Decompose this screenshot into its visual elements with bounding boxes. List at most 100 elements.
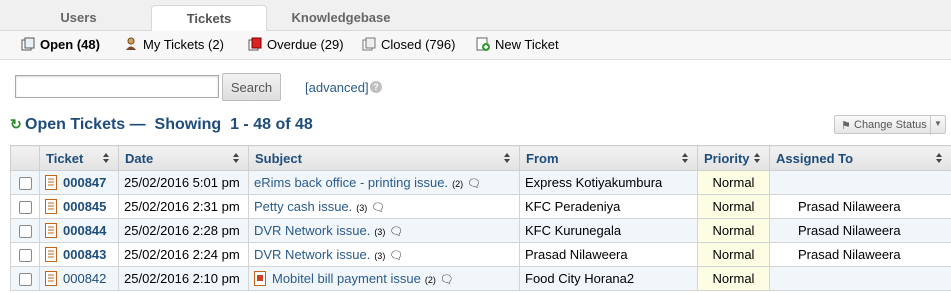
ticket-subnav: Open (48) My Tickets (2) Overdue (29) Cl… <box>0 31 951 60</box>
sort-icon[interactable] <box>936 153 943 163</box>
subnav-my-tickets[interactable]: My Tickets (2) <box>124 37 224 53</box>
column-label: Date <box>125 150 154 166</box>
subject-link[interactable]: DVR Network issue. <box>254 247 370 262</box>
subject-cell: Mobitel bill payment issue (2) 🗨 <box>248 266 520 291</box>
sort-icon[interactable] <box>103 153 110 163</box>
table-row: 000845 25/02/2016 2:31 pm Petty cash iss… <box>10 194 951 219</box>
closed-tickets-icon <box>362 37 376 51</box>
user-icon <box>124 37 138 51</box>
assigned-cell: Prasad Nilaweera <box>769 194 951 219</box>
ticket-icon <box>45 271 58 286</box>
priority-cell: Normal <box>697 266 770 291</box>
sort-icon[interactable] <box>682 153 689 163</box>
row-checkbox[interactable] <box>18 249 32 263</box>
date-cell: 25/02/2016 5:01 pm <box>118 170 249 195</box>
date-cell: 25/02/2016 2:31 pm <box>118 194 249 219</box>
help-icon[interactable]: ? <box>370 81 382 93</box>
ticket-icon <box>45 223 58 238</box>
ticket-number-link[interactable]: 000847 <box>63 175 106 190</box>
subject-cell: DVR Network issue. (3) 🗨 <box>248 218 520 243</box>
search-input[interactable] <box>15 75 219 98</box>
thread-count: (3) <box>356 203 368 213</box>
date-cell: 25/02/2016 2:24 pm <box>118 242 249 267</box>
ticket-cell: 000842 <box>39 266 119 291</box>
chevron-down-icon[interactable]: ▼ <box>934 119 942 128</box>
advanced-search-link[interactable]: [advanced] <box>305 80 369 95</box>
attachment-ticket-icon <box>254 271 267 286</box>
row-select-cell <box>10 242 40 267</box>
subnav-my-tickets-label: My Tickets (2) <box>143 37 224 52</box>
ticket-number-link[interactable]: 000845 <box>63 199 106 214</box>
tab-tickets[interactable]: Tickets <box>151 5 267 32</box>
ticket-cell: 000845 <box>39 194 119 219</box>
subject-cell: Petty cash issue. (3) 🗨 <box>248 194 520 219</box>
ticket-number-link[interactable]: 000843 <box>63 247 106 262</box>
priority-cell: Normal <box>697 218 770 243</box>
row-select-cell <box>10 194 40 219</box>
column-label: Assigned To <box>776 150 854 166</box>
chat-icon: 🗨 <box>389 226 404 238</box>
row-select-cell <box>10 266 40 291</box>
table-row: 000842 25/02/2016 2:10 pm Mobitel bill p… <box>10 266 951 291</box>
table-header-row: Ticket Date Subject From Priority Assign… <box>10 145 951 171</box>
subnav-closed[interactable]: Closed (796) <box>362 37 455 53</box>
select-all-header <box>10 145 40 171</box>
column-header-date[interactable]: Date <box>118 145 249 171</box>
search-button[interactable]: Search <box>222 73 281 101</box>
row-checkbox[interactable] <box>18 225 32 239</box>
date-cell: 25/02/2016 2:28 pm <box>118 218 249 243</box>
tab-knowledgebase[interactable]: Knowledgebase <box>272 5 410 31</box>
assigned-cell: Prasad Nilaweera <box>769 242 951 267</box>
subnav-open-label: Open (48) <box>40 37 100 52</box>
subnav-new-ticket[interactable]: New Ticket <box>476 37 559 53</box>
row-checkbox[interactable] <box>18 177 32 191</box>
table-row: 000844 25/02/2016 2:28 pm DVR Network is… <box>10 218 951 243</box>
ticket-cell: 000844 <box>39 218 119 243</box>
table-row: 000843 25/02/2016 2:24 pm DVR Network is… <box>10 242 951 267</box>
page-title: ↻ Open Tickets — Showing 1 - 48 of 48 <box>10 116 313 134</box>
row-checkbox[interactable] <box>18 273 32 287</box>
column-header-assigned-to[interactable]: Assigned To <box>769 145 951 171</box>
subject-link[interactable]: DVR Network issue. <box>254 223 370 238</box>
row-select-cell <box>10 170 40 195</box>
assigned-cell <box>769 170 951 195</box>
subnav-overdue[interactable]: Overdue (29) <box>248 37 344 53</box>
sort-icon[interactable] <box>504 153 511 163</box>
new-ticket-icon <box>476 37 490 51</box>
ticket-number-link[interactable]: 000842 <box>63 271 106 286</box>
subject-cell: eRims back office - printing issue. (2) 🗨 <box>248 170 520 195</box>
priority-cell: Normal <box>697 170 770 195</box>
column-label: Ticket <box>46 150 84 166</box>
row-checkbox[interactable] <box>18 201 32 215</box>
column-header-subject[interactable]: Subject <box>248 145 520 171</box>
tab-users[interactable]: Users <box>0 5 157 31</box>
ticket-cell: 000847 <box>39 170 119 195</box>
column-header-priority[interactable]: Priority <box>697 145 770 171</box>
assigned-cell: Prasad Nilaweera <box>769 218 951 243</box>
subject-link[interactable]: Mobitel bill payment issue <box>272 271 421 286</box>
subnav-open[interactable]: Open (48) <box>21 37 100 53</box>
refresh-icon[interactable]: ↻ <box>10 116 22 133</box>
ticket-cell: 000843 <box>39 242 119 267</box>
sort-icon[interactable] <box>233 153 240 163</box>
change-status-button[interactable]: ⚑ Change Status ▼ <box>834 115 946 135</box>
column-header-ticket[interactable]: Ticket <box>39 145 119 171</box>
sort-icon[interactable] <box>754 153 761 163</box>
column-label: From <box>526 150 559 166</box>
row-select-cell <box>10 218 40 243</box>
thread-count: (3) <box>374 251 386 261</box>
subject-link[interactable]: eRims back office - printing issue. <box>254 175 448 190</box>
main-tabs: Users Tickets Knowledgebase <box>0 0 951 32</box>
flag-icon: ⚑ <box>841 120 851 132</box>
column-label: Priority <box>704 150 750 166</box>
from-cell: KFC Kurunegala <box>519 218 698 243</box>
assigned-cell <box>769 266 951 291</box>
chat-icon: 🗨 <box>389 250 404 262</box>
subject-cell: DVR Network issue. (3) 🗨 <box>248 242 520 267</box>
chat-icon: 🗨 <box>439 274 454 286</box>
ticket-number-link[interactable]: 000844 <box>63 223 106 238</box>
thread-count: (2) <box>452 179 464 189</box>
column-header-from[interactable]: From <box>519 145 698 171</box>
title-text: Open Tickets — <box>25 116 146 133</box>
subject-link[interactable]: Petty cash issue. <box>254 199 352 214</box>
